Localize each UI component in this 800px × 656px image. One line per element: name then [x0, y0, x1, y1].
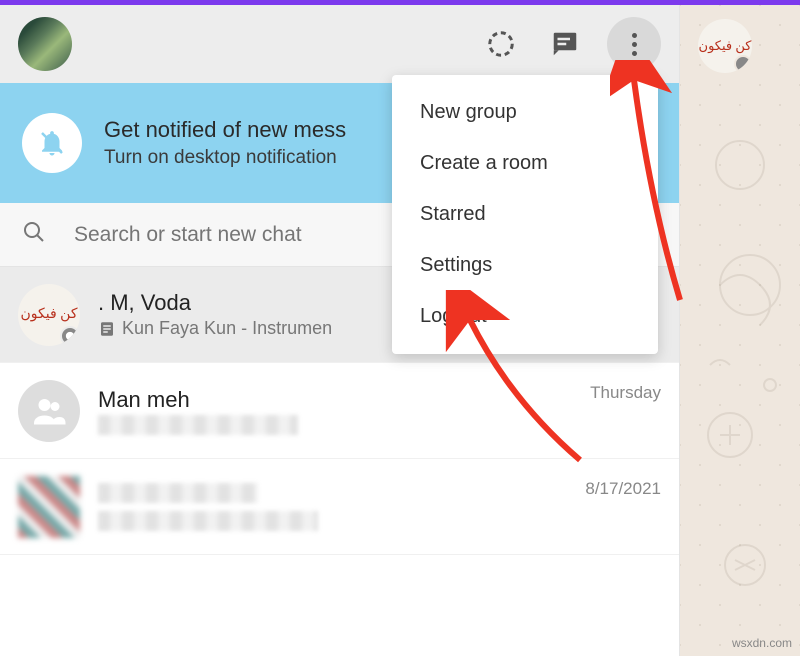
document-icon [98, 320, 116, 338]
background-doodles [680, 5, 800, 655]
chat-name: Man meh [98, 387, 590, 413]
bell-icon [22, 113, 82, 173]
chat-row[interactable]: Man meh Thursday [0, 363, 679, 459]
chat-list-header [0, 5, 679, 83]
dropdown-menu: New group Create a room Starred Settings… [392, 75, 658, 354]
status-icon[interactable] [483, 26, 519, 62]
chat-avatar-group [18, 380, 80, 442]
blurred-avatar [18, 476, 80, 538]
chat-avatar: كن فيكون [18, 284, 80, 346]
menu-item-settings[interactable]: Settings [392, 240, 658, 291]
notification-subtitle: Turn on desktop notification [104, 147, 346, 169]
menu-item-starred[interactable]: Starred [392, 189, 658, 240]
search-icon [22, 220, 46, 249]
my-avatar[interactable] [18, 17, 72, 71]
blurred-message [98, 511, 318, 531]
watermark: wsxdn.com [732, 636, 792, 650]
avatar-badge-icon [734, 55, 752, 73]
chat-timestamp: Thursday [590, 383, 661, 403]
menu-item-logout[interactable]: Log out [392, 291, 658, 342]
chat-row[interactable]: 8/17/2021 [0, 459, 679, 555]
more-menu-button[interactable] [607, 17, 661, 71]
notification-title: Get notified of new mess [104, 117, 346, 143]
blurred-message [98, 415, 298, 435]
chat-background-panel: كن فيكون [680, 5, 800, 656]
blurred-name [98, 483, 258, 503]
menu-item-new-group[interactable]: New group [392, 87, 658, 138]
left-panel: Get notified of new mess Turn on desktop… [0, 5, 680, 656]
menu-item-create-room[interactable]: Create a room [392, 138, 658, 189]
avatar-badge-icon [60, 326, 80, 346]
chat-timestamp: 8/17/2021 [585, 479, 661, 499]
active-chat-avatar[interactable]: كن فيكون [698, 19, 752, 73]
more-vertical-icon [632, 33, 637, 56]
new-chat-icon[interactable] [547, 26, 583, 62]
group-icon [31, 393, 67, 429]
